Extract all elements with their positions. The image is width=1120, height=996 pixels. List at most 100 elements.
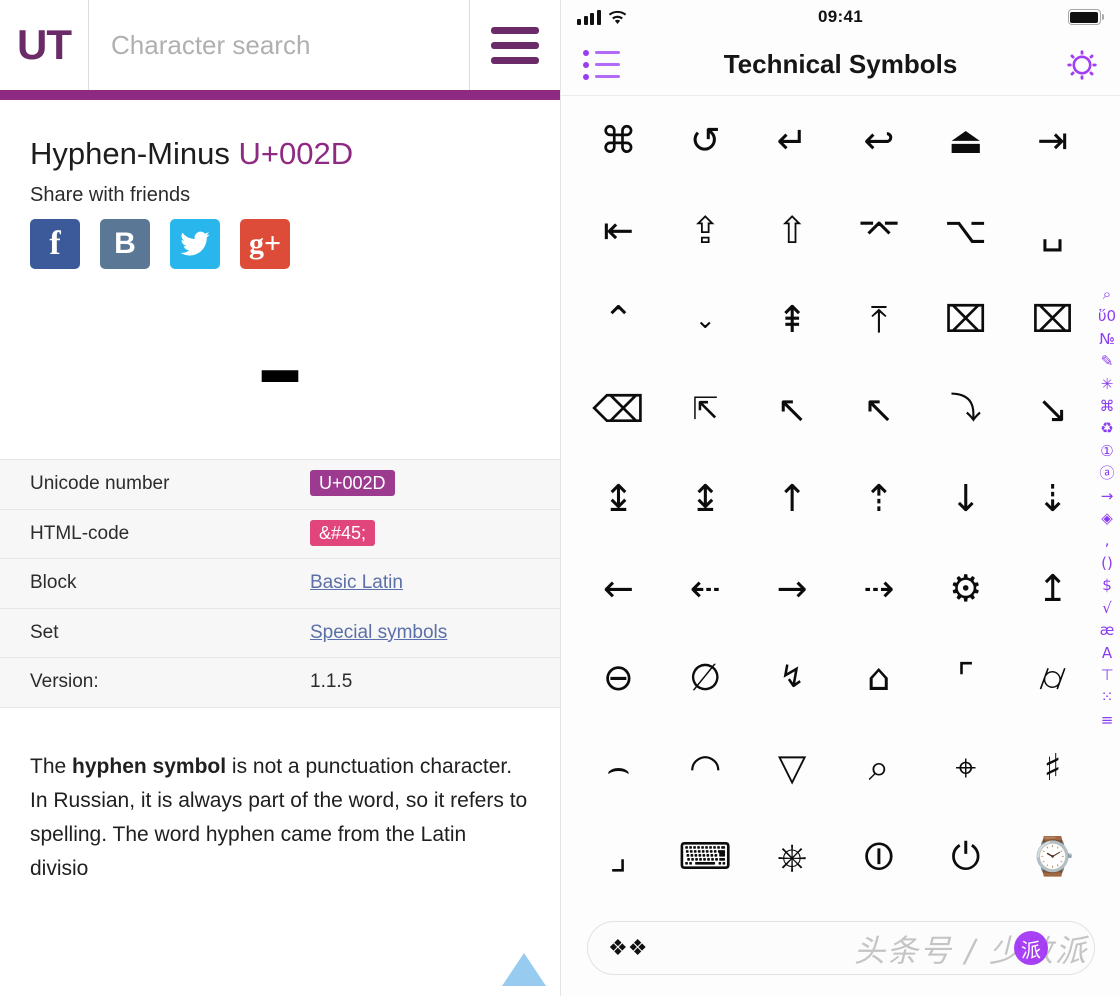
symbol-cell[interactable]: ∅ xyxy=(662,633,749,723)
symbol-cell[interactable]: ⌭ xyxy=(1009,633,1096,723)
symbol-cell[interactable]: ↥ xyxy=(1009,544,1096,634)
symbol-cell[interactable]: ↺ xyxy=(662,96,749,186)
share-facebook-button[interactable]: f xyxy=(30,219,80,269)
index-item[interactable]: ⊤ xyxy=(1100,664,1113,686)
site-logo[interactable]: UT xyxy=(0,0,89,90)
index-item[interactable]: № xyxy=(1099,328,1115,350)
symbol-cell[interactable]: ⌨ xyxy=(662,812,749,902)
table-row: Version: 1.1.5 xyxy=(0,658,560,708)
symbol-cell[interactable]: ⊖ xyxy=(575,633,662,723)
symbol-cell[interactable]: ⎈ xyxy=(749,812,836,902)
symbol-cell[interactable]: ↨ xyxy=(575,454,662,544)
symbol-cell[interactable]: ⌤ xyxy=(836,186,923,276)
index-item[interactable]: ⁙ xyxy=(1101,686,1114,708)
symbol-cell[interactable]: ⇢ xyxy=(836,544,923,634)
twitter-icon xyxy=(180,231,210,256)
symbol-cell[interactable]: ⌥ xyxy=(922,186,1009,276)
info-key: Set xyxy=(30,621,59,643)
gear-icon[interactable] xyxy=(1066,49,1098,81)
symbol-cell[interactable]: ⌚ xyxy=(1009,812,1096,902)
symbol-cell[interactable]: ⤵ xyxy=(922,365,1009,455)
symbol-cell[interactable]: ⌧ xyxy=(922,275,1009,365)
symbol-cell[interactable]: ⏼ xyxy=(836,812,923,902)
symbol-cell[interactable]: ⌄ xyxy=(662,275,749,365)
symbol-cell[interactable]: ⇞ xyxy=(749,275,836,365)
share-twitter-button[interactable] xyxy=(170,219,220,269)
symbol-cell[interactable]: ⌖ xyxy=(922,723,1009,813)
index-item[interactable]: A xyxy=(1102,642,1112,664)
ios-status-bar: 09:41 xyxy=(561,0,1120,34)
index-item[interactable]: ⌘ xyxy=(1100,395,1115,417)
symbol-cell[interactable]: ⌃ xyxy=(575,275,662,365)
alphabet-index-strip[interactable]: ⌕ ὕ0 № ✎ ✳ ⌘ ♻ ① ⓐ → ◈ ‚ () $ √ æ A ⊤ ⁙ … xyxy=(1095,283,1119,731)
index-item[interactable]: ✳ xyxy=(1101,373,1114,395)
symbol-cell[interactable]: ⇤ xyxy=(575,186,662,276)
share-google-plus-button[interactable]: g+ xyxy=(240,219,290,269)
symbol-cell[interactable]: ⌂ xyxy=(836,633,923,723)
index-item[interactable]: ♻ xyxy=(1100,417,1113,439)
search-input[interactable] xyxy=(111,29,469,61)
block-link[interactable]: Basic Latin xyxy=(310,572,403,593)
symbol-cell[interactable]: ↵ xyxy=(749,96,836,186)
symbol-cell[interactable]: ⇧ xyxy=(749,186,836,276)
index-item[interactable]: ⌕ xyxy=(1103,283,1111,305)
symbol-cell[interactable]: ⇱ xyxy=(662,365,749,455)
symbol-cell[interactable]: ⇪ xyxy=(662,186,749,276)
vk-icon: B xyxy=(114,227,136,260)
index-item[interactable]: æ xyxy=(1100,619,1115,641)
symbol-cell[interactable]: ⤒ xyxy=(836,275,923,365)
index-item[interactable]: ≡ xyxy=(1101,709,1114,731)
symbol-cell[interactable]: ⌟ xyxy=(575,812,662,902)
index-item[interactable]: () xyxy=(1101,552,1113,574)
symbol-cell[interactable]: ↯ xyxy=(749,633,836,723)
index-item[interactable]: ὕ0 xyxy=(1098,305,1116,327)
symbol-cell[interactable]: ⏏ xyxy=(922,96,1009,186)
symbol-cell[interactable]: ⚙ xyxy=(922,544,1009,634)
index-item[interactable]: ✎ xyxy=(1101,350,1114,372)
app-panel: 09:41 Technical Symbols ⌘ ↺ ↵ ↩ ⏏ ⇥ ⇤ ⇪ … xyxy=(560,0,1120,996)
symbol-cell[interactable]: ␣ xyxy=(1009,186,1096,276)
symbol-cell[interactable]: ↘ xyxy=(1009,365,1096,455)
symbol-cell[interactable]: ↖ xyxy=(749,365,836,455)
symbol-cell[interactable]: ⇣ xyxy=(1009,454,1096,544)
symbol-cell[interactable]: ⏻ xyxy=(922,812,1009,902)
character-info-table: Unicode number U+002D HTML-code &#45; Bl… xyxy=(0,459,560,708)
index-item[interactable]: ◈ xyxy=(1101,507,1113,529)
info-value: Special symbols xyxy=(310,622,447,644)
symbol-cell[interactable]: ← xyxy=(575,544,662,634)
watermark-badge-label: 派 xyxy=(1021,937,1041,962)
symbol-cell[interactable]: ⌢ xyxy=(575,723,662,813)
symbol-cell[interactable]: ⌫ xyxy=(575,365,662,455)
symbol-cell[interactable]: ◠ xyxy=(662,723,749,813)
symbol-cell[interactable]: ♯ xyxy=(1009,723,1096,813)
index-item[interactable]: ‚ xyxy=(1105,529,1110,551)
table-row: HTML-code &#45; xyxy=(0,509,560,559)
symbol-cell[interactable]: ↩ xyxy=(836,96,923,186)
symbol-cell[interactable]: ↓ xyxy=(922,454,1009,544)
scroll-to-top-icon[interactable] xyxy=(502,953,546,986)
symbol-cell[interactable]: ⌘ xyxy=(575,96,662,186)
symbol-cell[interactable]: ▽ xyxy=(749,723,836,813)
symbol-cell[interactable]: ⇥ xyxy=(1009,96,1096,186)
symbol-cell[interactable]: ⇡ xyxy=(836,454,923,544)
share-vk-button[interactable]: B xyxy=(100,219,150,269)
symbol-cell[interactable]: ⌧ xyxy=(1009,275,1096,365)
bulleted-list-icon[interactable] xyxy=(583,49,620,80)
symbol-cell[interactable]: ⌕ xyxy=(836,723,923,813)
index-item[interactable]: √ xyxy=(1102,597,1112,619)
search-field-wrapper[interactable] xyxy=(89,0,470,90)
hamburger-menu-button[interactable] xyxy=(470,0,560,90)
symbol-cell[interactable]: ↨ xyxy=(662,454,749,544)
index-item[interactable]: ① xyxy=(1100,440,1113,462)
symbol-cell[interactable]: ↑ xyxy=(749,454,836,544)
bottom-search-field[interactable]: ❖❖ 头条号 / 少数派 派 xyxy=(587,921,1095,975)
index-item[interactable]: $ xyxy=(1102,574,1112,596)
symbol-cell[interactable]: ⌜ xyxy=(922,633,1009,723)
symbol-cell[interactable]: ↖ xyxy=(836,365,923,455)
set-link[interactable]: Special symbols xyxy=(310,622,447,643)
symbol-cell[interactable]: ⇠ xyxy=(662,544,749,634)
html-code-badge: &#45; xyxy=(310,519,376,546)
index-item[interactable]: → xyxy=(1101,485,1114,507)
index-item[interactable]: ⓐ xyxy=(1099,462,1114,484)
symbol-cell[interactable]: → xyxy=(749,544,836,634)
